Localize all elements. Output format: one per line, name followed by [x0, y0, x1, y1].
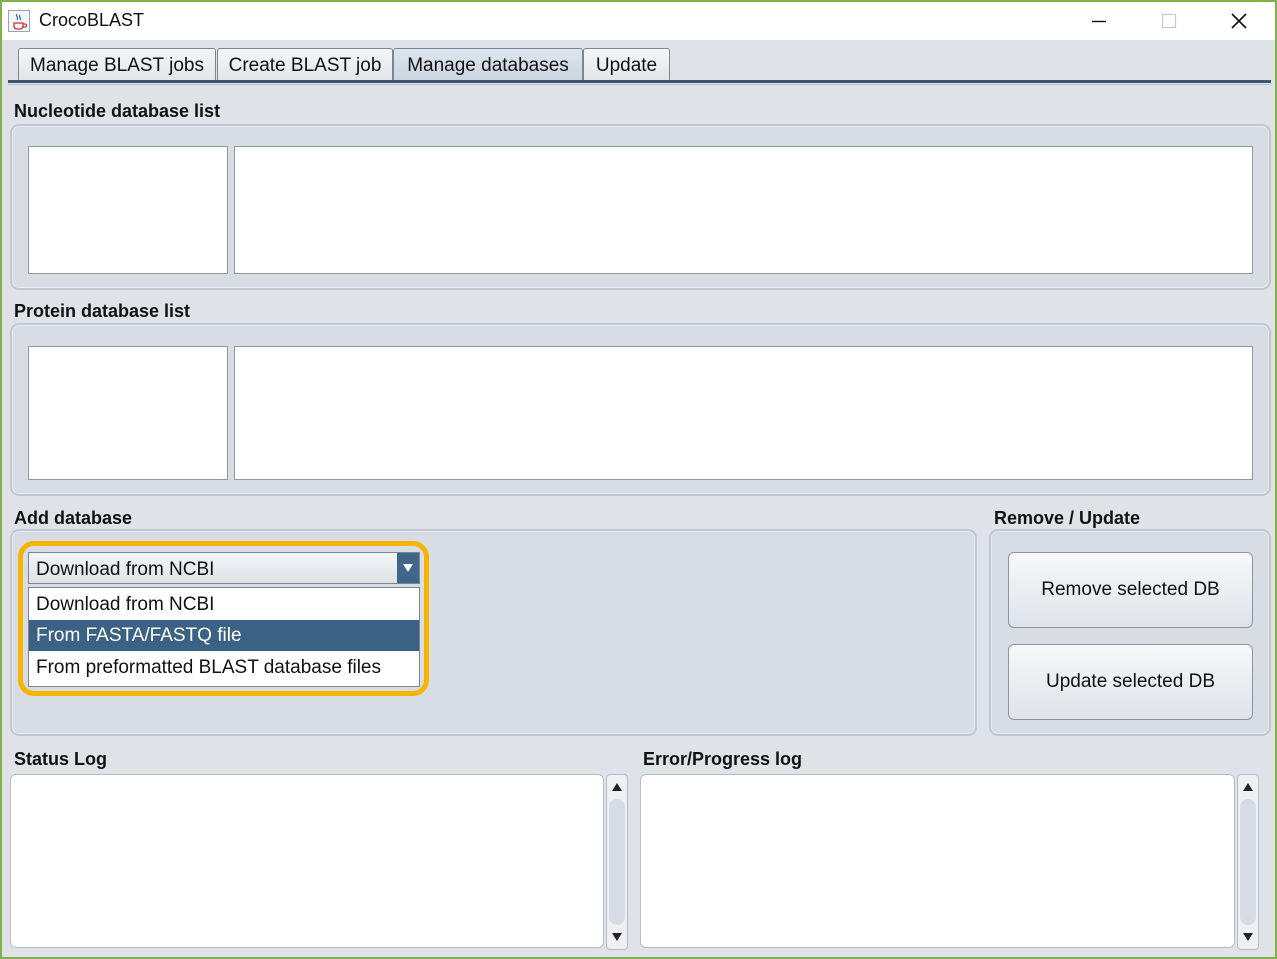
tab-label: Create BLAST job: [228, 54, 382, 76]
remove-update-label: Remove / Update: [994, 508, 1141, 528]
tab-manage-blast-jobs[interactable]: Manage BLAST jobs: [18, 48, 216, 82]
scroll-down-icon[interactable]: [607, 926, 627, 948]
title-bar: CrocoBLAST: [2, 2, 1275, 40]
tab-label: Update: [595, 54, 658, 76]
protein-section-label: Protein database list: [14, 301, 191, 321]
add-database-label: Add database: [14, 508, 133, 528]
annotation-highlight: [18, 541, 429, 696]
close-icon: [1231, 13, 1247, 29]
nucleotide-db-list[interactable]: [28, 146, 228, 274]
scroll-up-icon[interactable]: [1238, 776, 1258, 798]
status-log-textarea[interactable]: [10, 774, 604, 948]
button-label: Remove selected DB: [1041, 579, 1220, 600]
error-log-label: Error/Progress log: [643, 749, 803, 769]
crocoblast-window: CrocoBLAST Manage BLAST jobs Create BLAS…: [0, 0, 1277, 959]
tab-update[interactable]: Update: [583, 48, 670, 82]
update-selected-db-button[interactable]: Update selected DB: [1008, 644, 1253, 720]
scroll-down-icon[interactable]: [1238, 926, 1258, 948]
scroll-up-icon[interactable]: [607, 776, 627, 798]
window-title: CrocoBLAST: [39, 10, 145, 30]
tab-label: Manage databases: [407, 54, 569, 76]
status-log-scrollbar[interactable]: [606, 774, 628, 950]
protein-db-list[interactable]: [28, 346, 228, 480]
nucleotide-section-label: Nucleotide database list: [14, 101, 221, 121]
error-log-scrollbar[interactable]: [1237, 774, 1259, 950]
java-cup-icon: [8, 10, 30, 32]
nucleotide-panel: [10, 124, 1271, 290]
minimize-button[interactable]: [1064, 2, 1134, 40]
scroll-track[interactable]: [609, 799, 625, 925]
maximize-button[interactable]: [1134, 2, 1204, 40]
close-button[interactable]: [1204, 2, 1274, 40]
maximize-icon: [1161, 13, 1177, 29]
minimize-icon: [1092, 20, 1106, 23]
tab-label: Manage BLAST jobs: [30, 54, 204, 76]
tab-underline: [8, 80, 1271, 83]
tab-manage-databases[interactable]: Manage databases: [393, 48, 583, 82]
scroll-track[interactable]: [1240, 799, 1256, 925]
button-label: Update selected DB: [1046, 671, 1215, 692]
status-log-label: Status Log: [14, 749, 107, 769]
remove-selected-db-button[interactable]: Remove selected DB: [1008, 552, 1253, 628]
tab-create-blast-job[interactable]: Create BLAST job: [217, 48, 393, 82]
protein-db-details[interactable]: [234, 346, 1253, 480]
error-progress-log-textarea[interactable]: [640, 774, 1235, 948]
nucleotide-db-details[interactable]: [234, 146, 1253, 274]
tab-underline-shadow: [8, 84, 1271, 85]
protein-panel: [10, 323, 1271, 496]
